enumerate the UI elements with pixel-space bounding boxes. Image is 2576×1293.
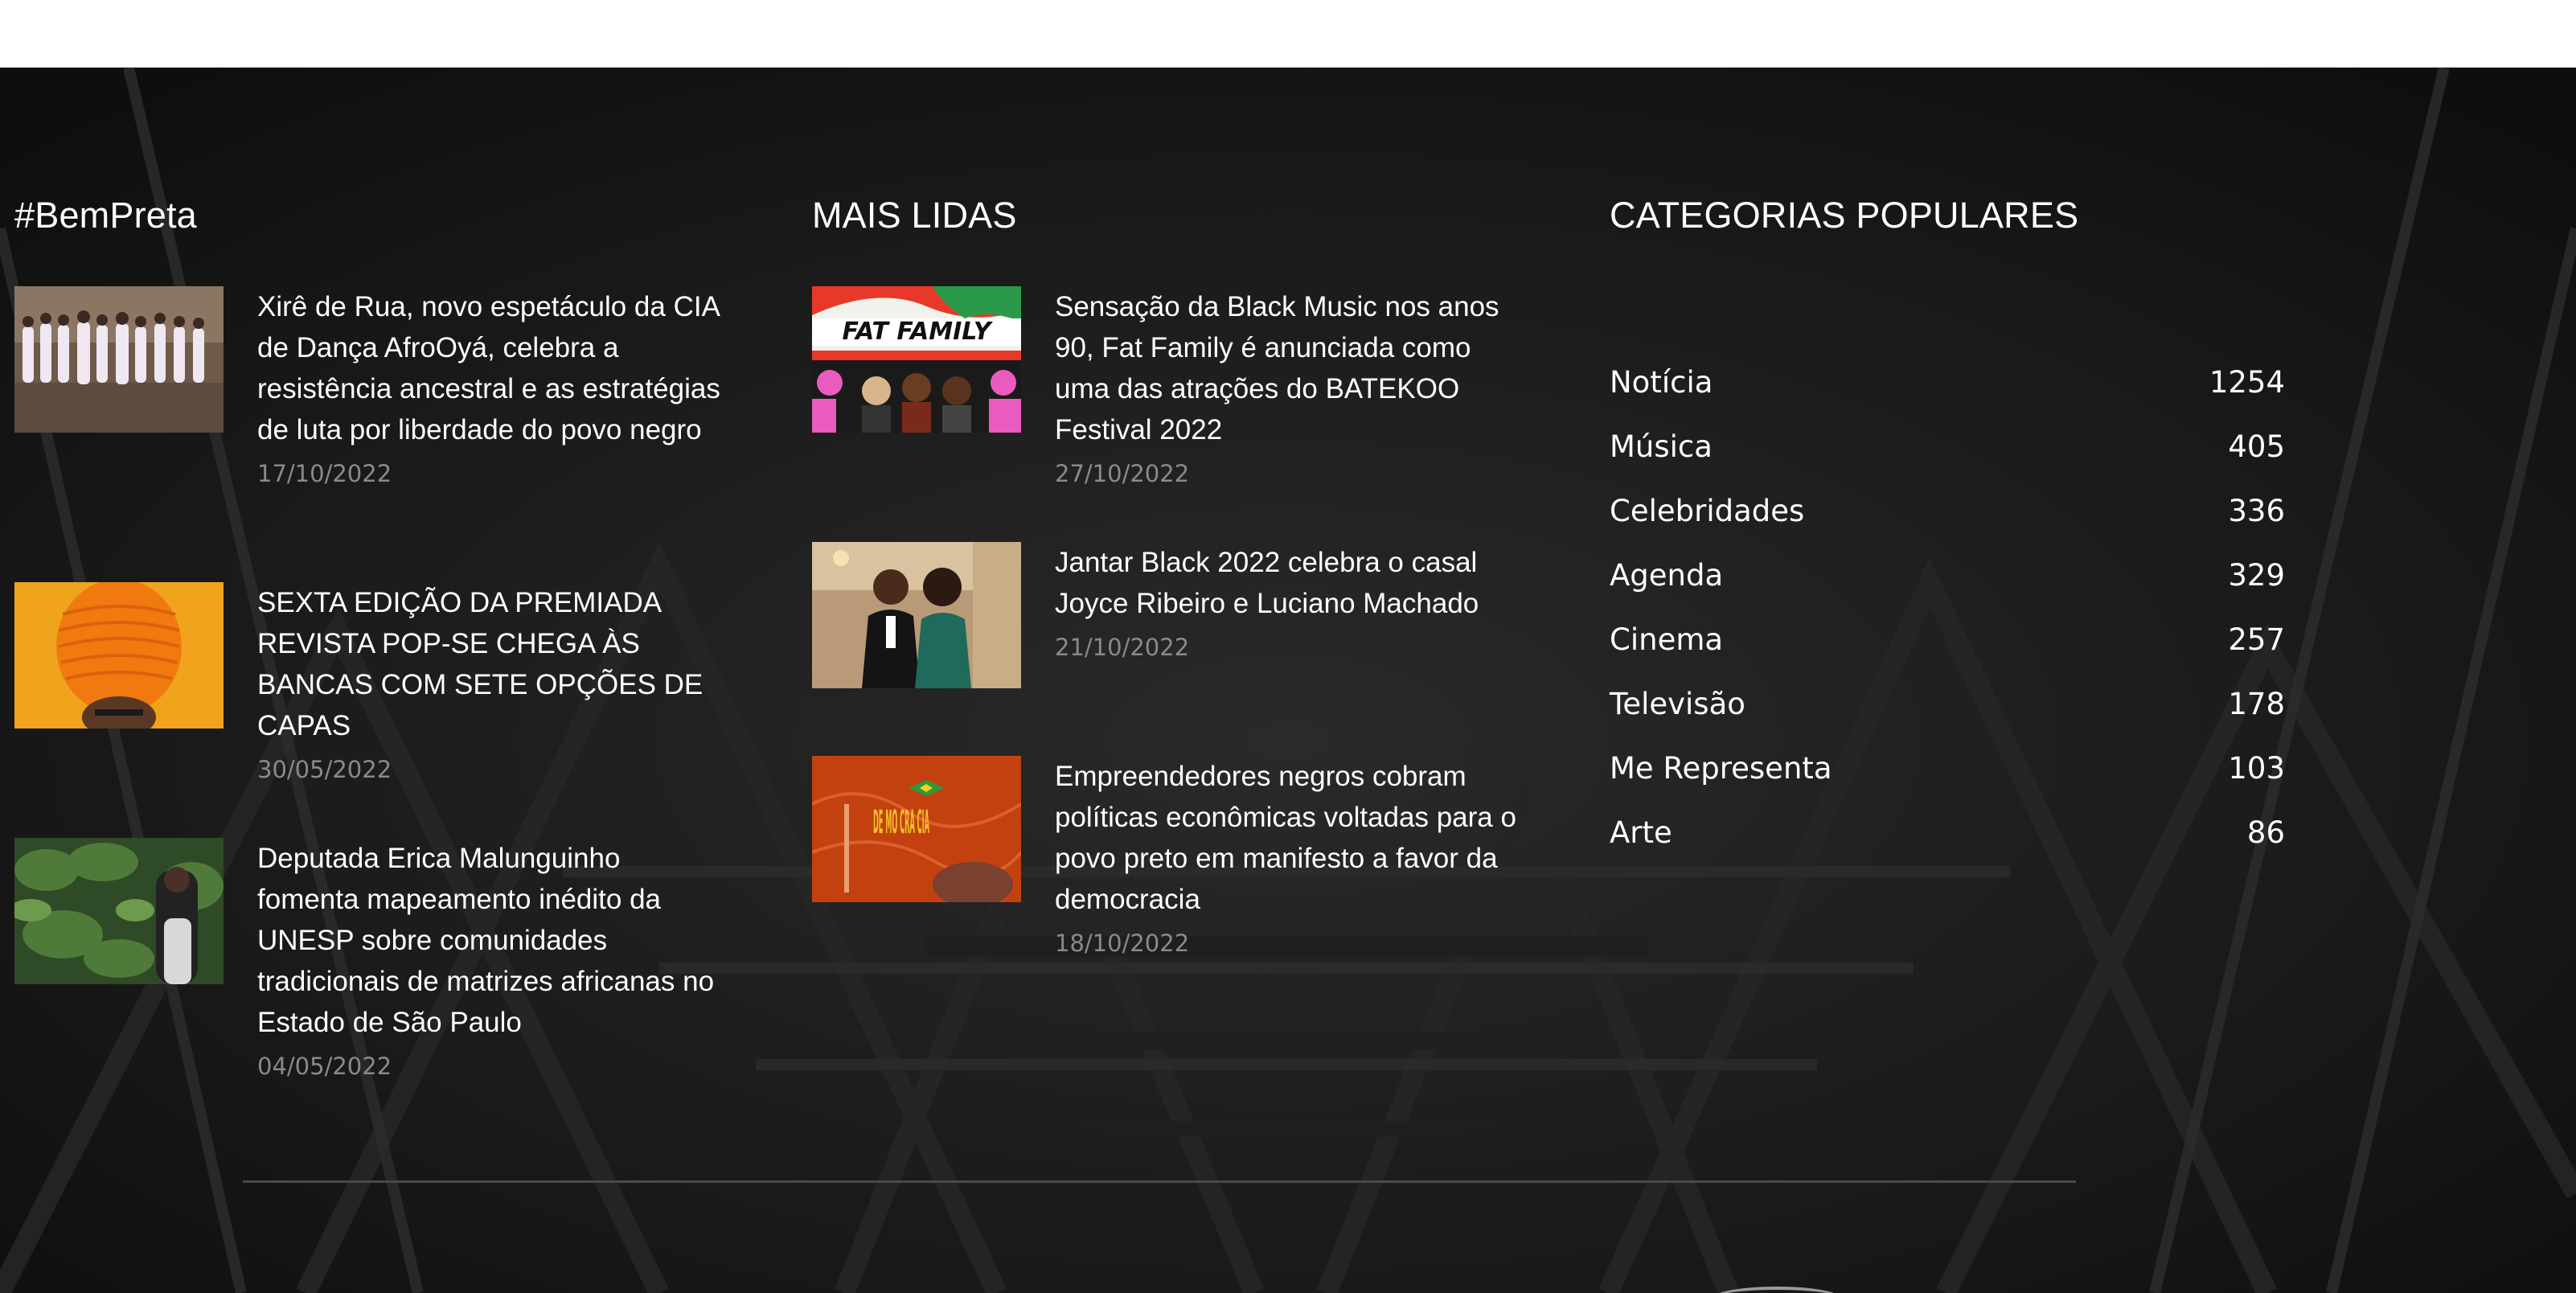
fat-family-poster-image-icon: FAT FAMILY: [812, 286, 1021, 433]
category-count: 86: [2246, 815, 2285, 850]
category-name[interactable]: Música: [1610, 429, 1713, 464]
post-thumbnail[interactable]: DE MO CRA CIA: [812, 756, 1021, 902]
mais-lidas-title: MAIS LIDAS: [812, 195, 1017, 236]
poster-text: FAT FAMILY: [843, 318, 994, 346]
category-item-televisao[interactable]: Televisão 178: [1610, 687, 2285, 751]
post-date: 21/10/2022: [1055, 634, 1190, 661]
category-count: 1254: [2209, 365, 2285, 400]
post-thumbnail[interactable]: [14, 838, 224, 984]
post-title-link[interactable]: Deputada Erica Malunguinho fomenta mapea…: [257, 838, 724, 1043]
category-item-celebridades[interactable]: Celebridades 336: [1610, 494, 2285, 558]
category-name[interactable]: Notícia: [1610, 365, 1713, 400]
category-count: 329: [2228, 558, 2285, 593]
post-date: 30/05/2022: [257, 756, 392, 783]
post-thumbnail[interactable]: [812, 542, 1021, 688]
category-name[interactable]: Arte: [1610, 815, 1672, 850]
post-title-link[interactable]: SEXTA EDIÇÃO DA PREMIADA REVISTA POP-SE …: [257, 582, 724, 746]
post-title-link[interactable]: Empreendedores negros cobram políticas e…: [1055, 756, 1521, 920]
category-item-musica[interactable]: Música 405: [1610, 429, 2285, 494]
post-thumbnail[interactable]: [14, 582, 224, 729]
site-footer: #BemPreta Xirê de Rua, novo espetáculo d…: [0, 68, 2576, 1293]
post-title-link[interactable]: Sensação da Black Music nos anos 90, Fat…: [1055, 286, 1521, 450]
category-count: 103: [2228, 751, 2285, 786]
category-count: 257: [2228, 622, 2285, 657]
top-header-bar: [0, 0, 2576, 68]
category-item-agenda[interactable]: Agenda 329: [1610, 558, 2285, 622]
category-item-cinema[interactable]: Cinema 257: [1610, 622, 2285, 687]
dancers-image-icon: [14, 286, 224, 433]
poster-text: DE MO CRA CIA: [873, 804, 929, 841]
woman-in-plants-image-icon: [14, 838, 224, 984]
bem-preta-title: #BemPreta: [14, 195, 197, 236]
category-name[interactable]: Cinema: [1610, 622, 1723, 657]
category-name[interactable]: Me Representa: [1610, 751, 1832, 786]
category-list: Notícia 1254 Música 405 Celebridades 336…: [1610, 365, 2285, 880]
post-date: 18/10/2022: [1055, 930, 1190, 957]
category-count: 336: [2228, 494, 2285, 528]
category-item-me-representa[interactable]: Me Representa 103: [1610, 751, 2285, 815]
category-item-noticia[interactable]: Notícia 1254: [1610, 365, 2285, 429]
democracia-poster-image-icon: DE MO CRA CIA: [812, 756, 1021, 902]
footer-divider: [243, 1180, 2076, 1183]
categorias-title: CATEGORIAS POPULARES: [1610, 195, 2079, 236]
orange-headwrap-image-icon: [14, 582, 224, 729]
post-thumbnail[interactable]: FAT FAMILY: [812, 286, 1021, 433]
category-count: 178: [2228, 687, 2285, 721]
post-thumbnail[interactable]: [14, 286, 224, 433]
post-title-link[interactable]: Jantar Black 2022 celebra o casal Joyce …: [1055, 542, 1521, 624]
post-title-link[interactable]: Xirê de Rua, novo espetáculo da CIA de D…: [257, 286, 724, 450]
category-name[interactable]: Agenda: [1610, 558, 1723, 593]
category-name[interactable]: Televisão: [1610, 687, 1745, 721]
post-date: 17/10/2022: [257, 460, 392, 487]
couple-dinner-image-icon: [812, 542, 1021, 688]
category-count: 405: [2228, 429, 2285, 464]
category-name[interactable]: Celebridades: [1610, 494, 1804, 528]
category-item-arte[interactable]: Arte 86: [1610, 815, 2285, 880]
post-date: 04/05/2022: [257, 1053, 392, 1080]
post-date: 27/10/2022: [1055, 460, 1190, 487]
